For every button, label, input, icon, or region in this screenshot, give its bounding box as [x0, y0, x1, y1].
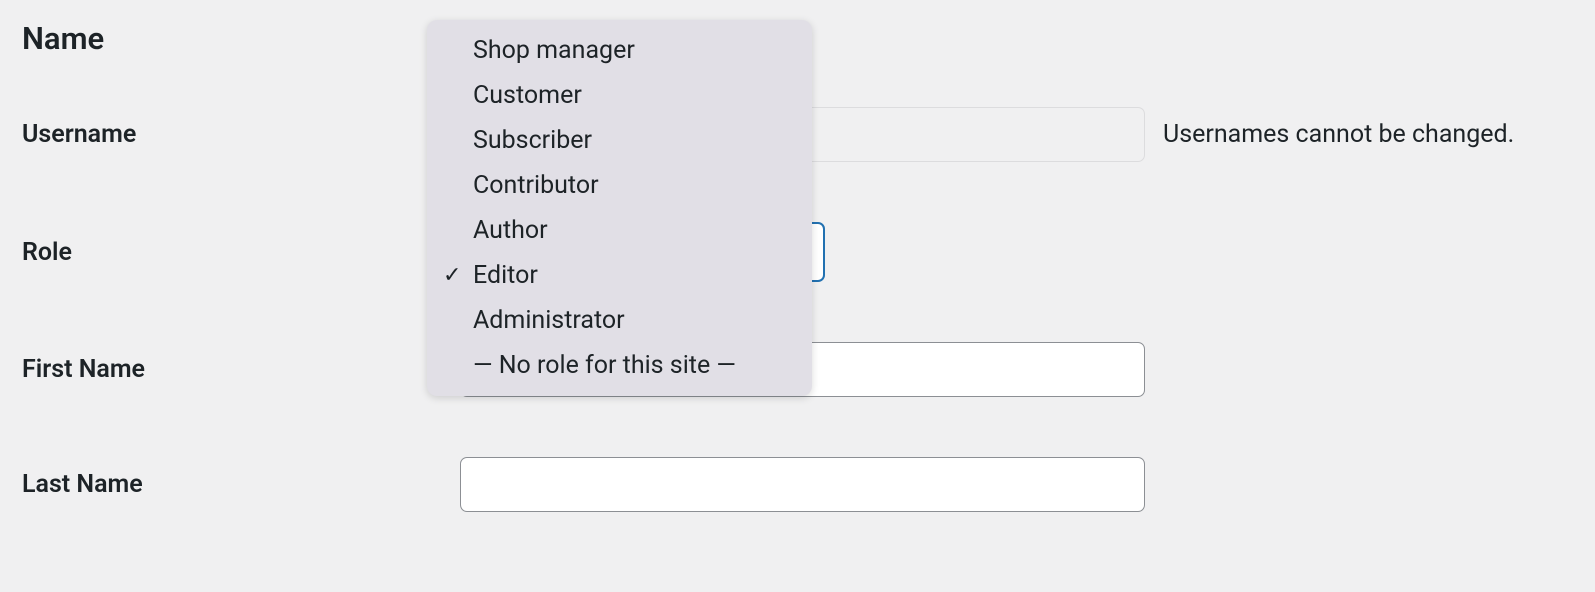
username-help-text: Usernames cannot be changed.	[1163, 120, 1514, 149]
last-name-label: Last Name	[20, 470, 460, 499]
role-option-editor[interactable]: ✓ Editor	[427, 253, 812, 298]
role-option-label: Author	[473, 216, 548, 245]
role-option-author[interactable]: Author	[427, 208, 812, 253]
role-option-subscriber[interactable]: Subscriber	[427, 118, 812, 163]
role-option-label: — No role for this site —	[473, 351, 736, 380]
role-option-label: Administrator	[473, 306, 625, 335]
role-option-no-role[interactable]: — No role for this site —	[427, 343, 812, 388]
role-option-label: Subscriber	[473, 126, 592, 155]
role-dropdown: Shop manager Customer Subscriber Contrib…	[427, 20, 812, 396]
role-option-contributor[interactable]: Contributor	[427, 163, 812, 208]
username-label: Username	[20, 120, 460, 149]
last-name-row: Last Name	[20, 457, 1575, 512]
role-option-label: Customer	[473, 81, 582, 110]
role-label: Role	[20, 238, 460, 267]
check-icon: ✓	[443, 263, 461, 288]
role-option-label: Shop manager	[473, 36, 635, 65]
last-name-input[interactable]	[460, 457, 1145, 512]
role-option-customer[interactable]: Customer	[427, 73, 812, 118]
role-option-shop-manager[interactable]: Shop manager	[427, 28, 812, 73]
first-name-label: First Name	[20, 355, 460, 384]
role-option-label: Contributor	[473, 171, 599, 200]
role-option-administrator[interactable]: Administrator	[427, 298, 812, 343]
last-name-field-area	[460, 457, 1145, 512]
role-option-label: Editor	[473, 261, 538, 290]
